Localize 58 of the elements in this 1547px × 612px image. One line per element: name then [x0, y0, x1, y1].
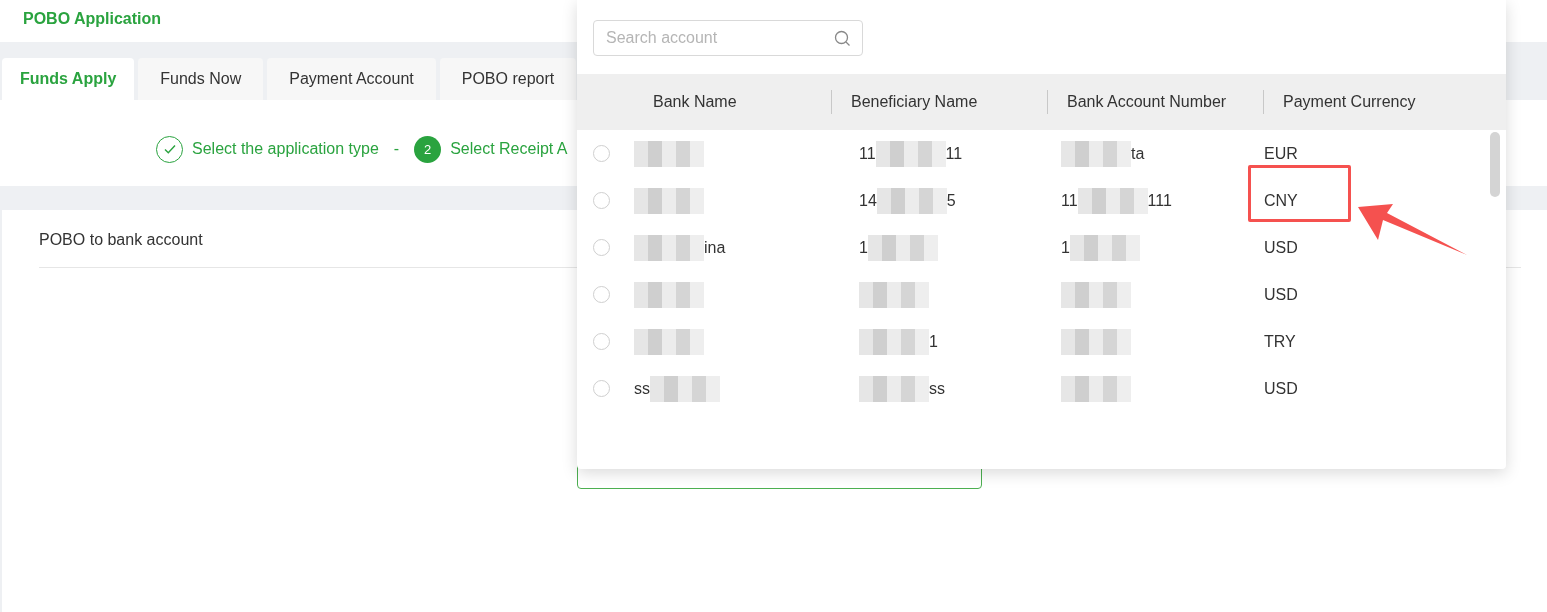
redacted-block: [634, 140, 704, 167]
redacted-block: [1069, 234, 1140, 261]
table-cell: USD: [1264, 238, 1298, 257]
redacted-block: [1061, 140, 1131, 167]
redacted-block: [867, 234, 938, 261]
radio-button[interactable]: [593, 192, 610, 209]
table-cell: CNY: [1264, 191, 1298, 210]
redacted-block: [1077, 187, 1148, 214]
radio-button[interactable]: [593, 239, 610, 256]
redacted-block: [875, 140, 946, 167]
table-cell: 1: [929, 332, 938, 351]
table-cell: USD: [1264, 285, 1298, 304]
table-cell: ina: [704, 238, 726, 257]
table-cell: 11: [1061, 191, 1078, 210]
table-cell: 11: [945, 144, 963, 163]
column-header: Bank Account Number: [1067, 93, 1227, 111]
tab[interactable]: POBO report: [439, 58, 577, 100]
table-cell: ss: [929, 379, 945, 398]
table-cell: USD: [1264, 379, 1298, 398]
table-cell: 111: [1147, 191, 1172, 210]
redacted-block: [634, 328, 704, 355]
redacted-block: [859, 281, 929, 308]
search-field[interactable]: Search account: [593, 20, 863, 56]
table-cell: TRY: [1264, 332, 1296, 351]
page-title: POBO Application: [23, 9, 162, 29]
column-header: Payment Currency: [1283, 93, 1416, 111]
redacted-block: [1061, 328, 1131, 355]
table-cell: EUR: [1264, 144, 1298, 163]
redacted-block: [634, 187, 704, 214]
table-cell: 1: [859, 238, 868, 257]
table-cell: 1: [1061, 238, 1070, 257]
redacted-block: [859, 375, 929, 402]
table-cell: ss: [634, 379, 650, 398]
table-cell: 11: [859, 144, 876, 163]
search-icon: [834, 30, 851, 47]
redacted-block: [634, 281, 704, 308]
step-number: 2: [414, 135, 442, 163]
redacted-block: [1061, 281, 1131, 308]
redacted-block: [876, 187, 947, 214]
redacted-block: [634, 234, 704, 261]
radio-button[interactable]: [593, 380, 610, 397]
table-cell: ta: [1131, 144, 1145, 163]
table-cell: 5: [946, 191, 956, 210]
tab[interactable]: Payment Account: [267, 58, 436, 100]
step-label: Select Receipt A: [450, 140, 568, 158]
scrollbar[interactable]: [1490, 132, 1500, 197]
redacted-block: [1061, 375, 1131, 402]
table-cell: 14: [859, 191, 877, 210]
redacted-block: [859, 328, 929, 355]
tab[interactable]: Funds Now: [138, 58, 264, 100]
column-header: Bank Name: [653, 93, 737, 111]
step-label: Select the application type: [192, 140, 379, 158]
radio-button[interactable]: [593, 145, 610, 162]
redacted-block: [650, 375, 720, 402]
step-separator: -: [393, 140, 400, 158]
radio-button[interactable]: [593, 286, 610, 303]
column-header: Beneficiary Name: [851, 93, 978, 111]
radio-button[interactable]: [593, 333, 610, 350]
